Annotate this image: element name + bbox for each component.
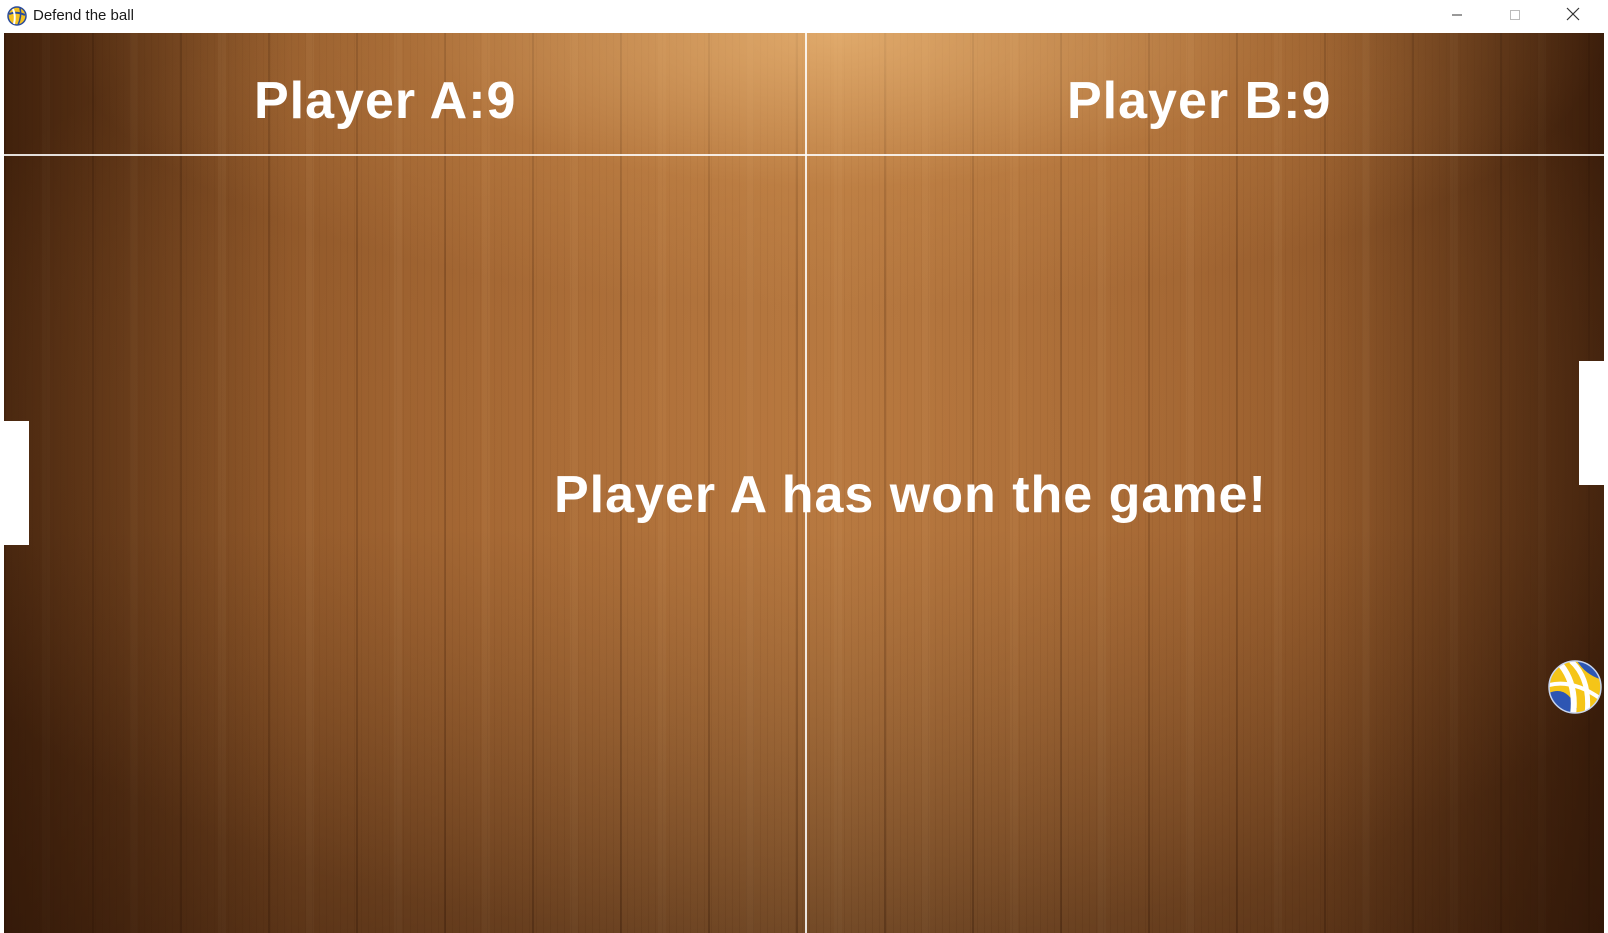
player-b-score: Player B:9 <box>1067 72 1332 130</box>
game-window: Defend the ball Player A:9 Player B:9 Pl… <box>0 0 1608 933</box>
player-a-paddle[interactable] <box>4 421 29 545</box>
window-title: Defend the ball <box>33 7 134 24</box>
maximize-icon <box>1509 8 1521 26</box>
volleyball-icon <box>1547 659 1603 715</box>
game-court[interactable]: Player A:9 Player B:9 Player A has won t… <box>4 33 1604 933</box>
minimize-button[interactable] <box>1428 0 1486 33</box>
maximize-button[interactable] <box>1486 0 1544 33</box>
close-button[interactable] <box>1544 0 1602 33</box>
title-bar[interactable]: Defend the ball <box>0 0 1608 33</box>
score-divider-line <box>4 154 1604 156</box>
volleyball-icon <box>7 6 27 26</box>
player-b-paddle[interactable] <box>1579 361 1604 485</box>
close-icon <box>1566 7 1580 26</box>
game-over-message: Player A has won the game! <box>554 466 1267 524</box>
minimize-icon <box>1451 8 1463 26</box>
player-a-score: Player A:9 <box>254 72 517 130</box>
